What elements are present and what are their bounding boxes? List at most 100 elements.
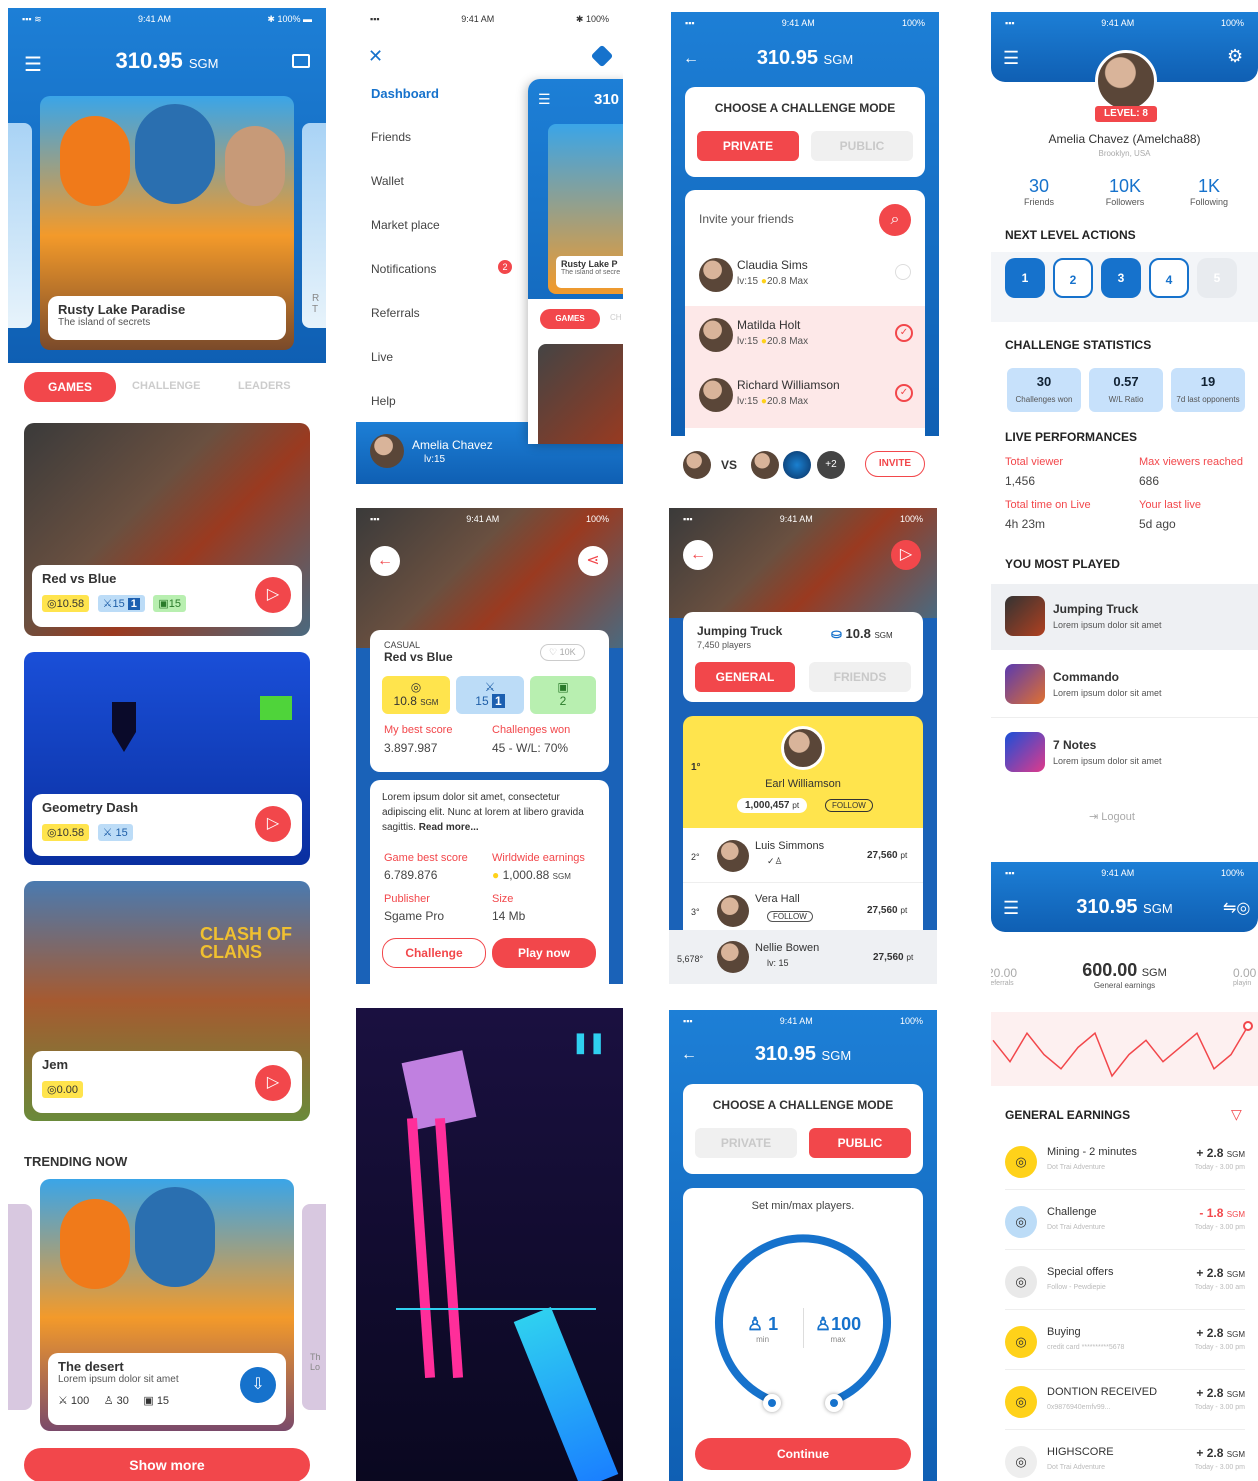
filter-icon[interactable]: ▽ [1231,1106,1242,1123]
following-count[interactable]: 1K Following [1179,176,1239,207]
featured-game-card[interactable]: Rusty Lake Paradise The island of secret… [40,96,294,350]
rank-first: 1° [691,762,701,773]
select-checkbox[interactable] [895,264,911,280]
tab-general[interactable]: GENERAL [695,662,795,692]
home-preview[interactable]: ☰ 310 Rusty Lake P The island of secre G… [528,79,623,444]
pause-icon[interactable]: ❚❚ [572,1030,606,1055]
menu-live[interactable]: Live [371,350,491,394]
follow-button[interactable]: FOLLOW [825,799,873,812]
leaderboard-header: Jumping Truck 7,450 players ⛀ 10.8 SGM G… [683,612,923,702]
logout-link[interactable]: ⇥ Logout [1089,810,1135,823]
light-trail [513,1307,619,1481]
most-played-item[interactable]: Jumping Truck Lorem ipsum dolor sit amet [991,584,1258,650]
earning-row[interactable]: ◎ Challenge Dot Trai Adventure - 1.8 SGM Tod… [1005,1194,1245,1250]
earning-date: Today - 3.00 pm [1194,1464,1245,1471]
gear-icon[interactable]: ⚙ [1227,46,1243,67]
play-button[interactable]: ▷ [255,806,291,842]
most-played-item[interactable]: 7 Notes Lorem ipsum dolor sit amet [991,720,1258,786]
preview-game-image [538,344,623,444]
carousel-next-card[interactable]: R T [302,123,326,328]
earning-row[interactable]: ◎ Buying credit card **********5678 + 2.8 S… [1005,1314,1245,1370]
challenge-button[interactable]: Challenge [382,938,486,968]
menu-wallet[interactable]: Wallet [371,174,491,218]
level-5[interactable]: 5 [1197,258,1237,298]
invite-button[interactable]: INVITE [865,451,925,477]
play-button[interactable]: ▷ [891,540,921,570]
spike-art [112,702,136,752]
earning-row[interactable]: ◎ HIGHSCORE Dot Trai Adventure + 2.8 SGM Tod… [1005,1434,1245,1481]
max-handle[interactable] [825,1394,843,1412]
back-button[interactable]: ← [683,540,713,570]
continue-button[interactable]: Continue [695,1438,911,1470]
menu-friends[interactable]: Friends [371,130,491,174]
search-button[interactable]: ⌕ [879,204,911,236]
private-button[interactable]: PRIVATE [695,1128,797,1158]
earning-row[interactable]: ◎ Special offers Follow - Pewdiepie + 2.8 S… [1005,1254,1245,1310]
checked-icon[interactable]: ✓ [895,324,913,342]
tab-leaders[interactable]: LEADERS [238,380,291,392]
menu-dashboard[interactable]: Dashboard [371,86,491,130]
tab-challenge[interactable]: CHALLENGE [132,380,200,392]
play-button[interactable]: ▷ [255,577,291,613]
game-card-geometry-dash[interactable]: Geometry Dash ◎10.58 ⚔ 15 ▷ [24,652,310,865]
tab-friends[interactable]: FRIENDS [809,662,911,692]
stat-opponents: 19 7d last opponents [1171,368,1245,412]
min-handle[interactable] [763,1394,781,1412]
friend-avatar [699,318,733,352]
close-icon[interactable]: ✕ [368,46,383,67]
play-button[interactable]: ▷ [255,1065,291,1101]
earning-row[interactable]: ◎ Mining - 2 minutes Dot Trai Adventure + 2… [1005,1134,1245,1190]
friend-row[interactable]: Richard Williamson lv:15 ●20.8 Max ✓ [685,366,925,428]
menu-notifications[interactable]: Notifications [371,262,491,306]
public-button[interactable]: PUBLIC [811,131,913,161]
balance-amount: 310.95 [1076,896,1138,918]
play-now-button[interactable]: Play now [492,938,596,968]
menu-referrals[interactable]: Referrals [371,306,491,350]
game-card-red-vs-blue[interactable]: Red vs Blue ◎10.58 ⚔15 1 ▣15 ▷ [24,423,310,636]
profile-avatar [1095,50,1157,112]
back-button[interactable]: ← [370,546,400,576]
download-button[interactable]: ⇩ [240,1367,276,1403]
trending-prev-card[interactable] [8,1204,32,1410]
chat-icon[interactable] [292,54,310,68]
live-value: 1,456 [1005,474,1036,488]
menu-marketplace[interactable]: Market place [371,218,491,262]
checked-icon[interactable]: ✓ [895,384,913,402]
like-button[interactable]: ♡ 10K [540,644,585,661]
my-rank-row[interactable]: 5,678° Nellie Bowen lv: 15 27,560 pt [669,930,937,984]
level-3[interactable]: 3 [1101,258,1141,298]
share-button[interactable]: ⋖ [578,546,608,576]
show-more-button[interactable]: Show more [24,1448,310,1481]
rank: 5,678° [677,954,704,964]
menu-icon[interactable]: ☰ [1003,48,1019,69]
follow-button[interactable]: FOLLOW [767,911,813,922]
friend-row[interactable]: Matilda Holt lv:15 ●20.8 Max ✓ [685,306,925,366]
trending-card[interactable]: The desert Lorem ipsum dolor sit amet ⚔ … [40,1179,294,1431]
leader-row[interactable]: 2° Luis Simmons ✓♙ 27,560 pt [683,828,923,883]
balance-unit: SGM [821,1048,852,1063]
level-4[interactable]: 4 [1149,258,1189,298]
friend-row[interactable]: Claudia Sims lv:15 ●20.8 Max [685,246,925,306]
balance-unit: SGM [188,56,219,71]
level-2[interactable]: 2 [1053,258,1093,298]
public-button[interactable]: PUBLIC [809,1128,911,1158]
game-title: Jem [42,1057,69,1072]
carousel-prev-card[interactable] [8,123,32,328]
game-title: Jumping Truck [697,624,783,638]
balance-amount: 310.95 [756,47,818,69]
earning-row[interactable]: ◎ DONTION RECEIVED 0x9876940emfv99... + 2.8… [1005,1374,1245,1430]
earning-title: Challenge [1047,1206,1097,1218]
private-button[interactable]: PRIVATE [697,131,799,161]
most-played-item[interactable]: Commando Lorem ipsum dolor sit amet [991,652,1258,718]
read-more-link[interactable]: Read more... [419,822,479,833]
level-1[interactable]: 1 [1005,258,1045,298]
trending-next-card[interactable]: Th Lo [302,1204,326,1410]
friends-count[interactable]: 30 Friends [1009,176,1069,207]
followers-count[interactable]: 10K Followers [1095,176,1155,207]
game-card-jem[interactable]: CLASH OF CLANS Jem ◎0.00 ▷ [24,881,310,1121]
score-tag: ◎0.00 [42,1081,84,1098]
follow-icon[interactable]: ✓♙ [767,856,783,867]
earnings-screen: ▪▪▪9:41 AM100% ☰ 310.95 SGM ⇋◎ 20.00efer… [991,862,1258,1481]
toggle-icon[interactable]: ⇋◎ [1223,898,1250,918]
tab-games[interactable]: GAMES [24,372,116,402]
